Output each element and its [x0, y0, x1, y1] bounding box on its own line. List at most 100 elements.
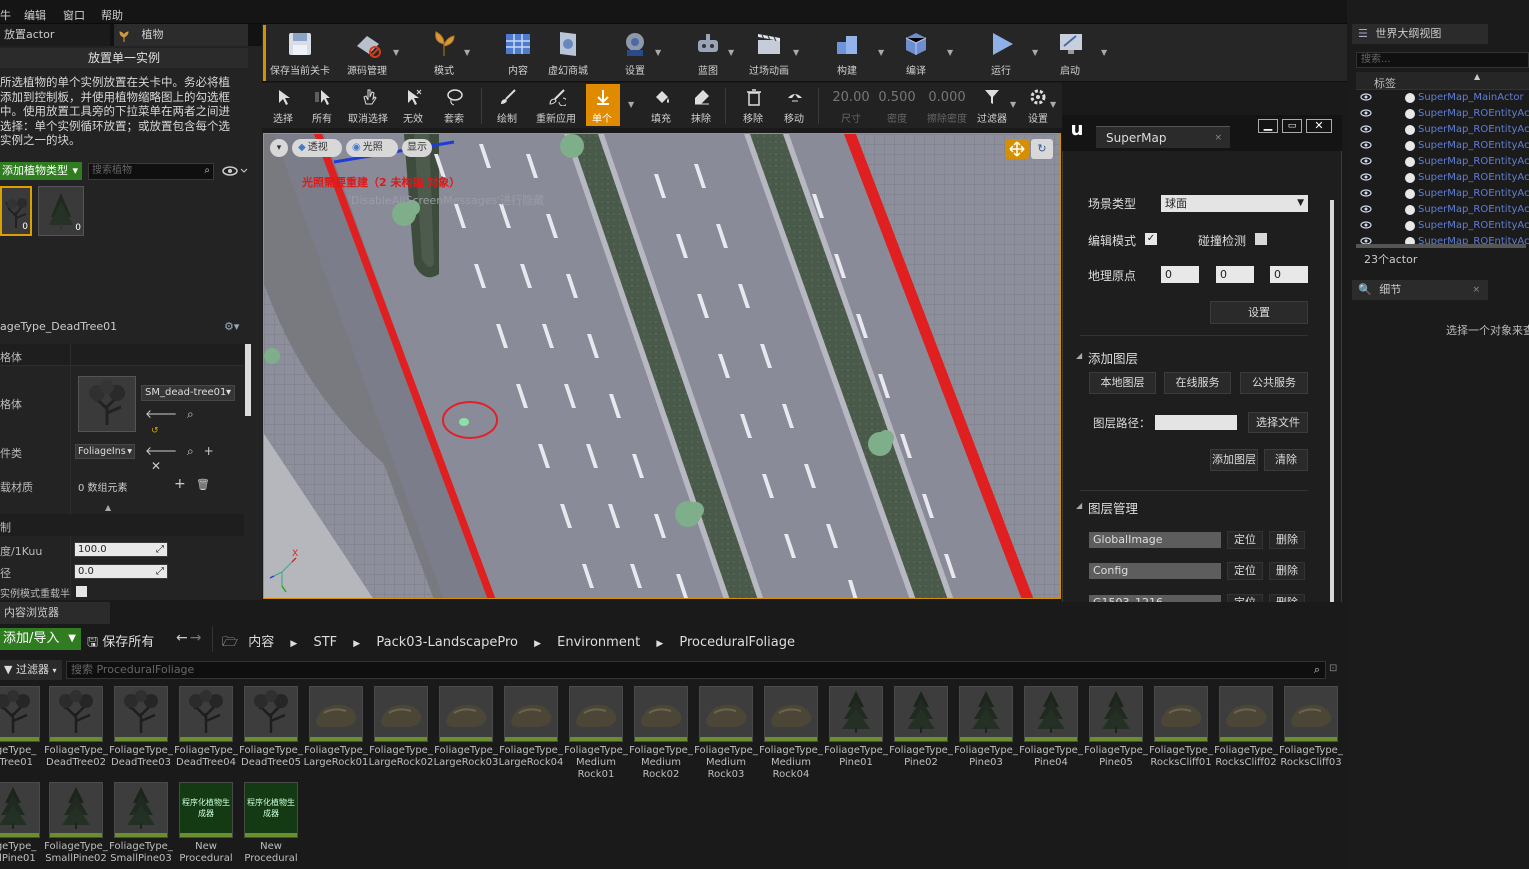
marketplace-button[interactable]: 虚幻商城 [538, 24, 598, 80]
breadcrumb-item[interactable]: Pack03-LandscapePro [376, 635, 518, 650]
tab-place-actor[interactable]: 放置actor [0, 24, 110, 46]
add-foliage-type-button[interactable]: 添加植物类型 ▾ [0, 162, 82, 180]
expand-triangle-icon[interactable]: ◢ [1076, 501, 1082, 510]
left-scrollbar[interactable] [245, 344, 251, 416]
close-window-button[interactable]: ✕ [1306, 119, 1332, 133]
mesh-select[interactable]: SM_dead-tree01 ▾ [141, 385, 235, 401]
close-icon[interactable]: × [1214, 127, 1222, 149]
chevron-down-icon[interactable]: ▼ [947, 48, 953, 57]
asset-thumbnail[interactable] [374, 686, 428, 742]
eye-icon[interactable] [1360, 189, 1372, 197]
outliner-hscroll[interactable] [1356, 244, 1526, 248]
outliner-row[interactable]: SuperMap_ROEntityAct [1360, 154, 1529, 170]
asset-thumbnail[interactable] [309, 686, 363, 742]
search-foliage-input[interactable]: 搜索植物 ⌕ [88, 163, 214, 180]
eye-icon[interactable] [1360, 205, 1372, 213]
show-button[interactable]: 显示 [402, 139, 432, 157]
delete-layer-button[interactable]: 删除 [1269, 531, 1305, 549]
locate-layer-button[interactable]: 定位 [1227, 562, 1263, 580]
asset-thumbnail[interactable] [1154, 686, 1208, 742]
asset-thumbnail[interactable] [1284, 686, 1338, 742]
close-icon[interactable]: ✕ [151, 459, 161, 473]
locate-layer-button[interactable]: 定位 [1227, 531, 1263, 549]
filter-settings-icon[interactable]: ⊡ [1329, 663, 1337, 674]
asset-thumbnail[interactable] [0, 686, 40, 742]
level-viewport[interactable]: X ▾ ◆ 透视 ◉ 光照 显示 光照需要重建（2 未构建 对象） 'Disable… [263, 133, 1061, 599]
section-mesh[interactable]: 格体 [0, 344, 244, 366]
layer-name-field[interactable]: Config [1089, 563, 1221, 579]
online-service-button[interactable]: 在线服务 [1164, 372, 1231, 394]
add-icon[interactable]: + [204, 444, 214, 458]
breadcrumb-item[interactable]: Environment [557, 635, 640, 650]
origin-z-input[interactable]: 0 [1270, 266, 1308, 283]
outliner-row[interactable]: SuperMap_ROEntityAct [1360, 106, 1529, 122]
chevron-down-icon[interactable]: ▼ [878, 48, 884, 57]
foliage-thumb-pine[interactable]: 0 [38, 186, 84, 236]
asset-thumbnail[interactable]: 程序化植物生成器 [179, 782, 233, 838]
asset-thumbnail[interactable] [0, 782, 40, 838]
asset-thumbnail[interactable] [699, 686, 753, 742]
content-search-input[interactable]: 搜索 ProceduralFoliage ⌕ [66, 661, 1326, 679]
asset-thumbnail[interactable] [634, 686, 688, 742]
mode-single-button[interactable]: 单个 [582, 86, 622, 126]
save-current-level-button[interactable]: 保存当前关卡 [270, 24, 330, 80]
outliner-row[interactable]: SuperMap_ROEntityAct [1360, 202, 1529, 218]
eye-icon[interactable] [1360, 157, 1372, 165]
menu-edit[interactable]: 编辑 [24, 7, 46, 23]
lit-button[interactable]: ◉ 光照 [346, 139, 398, 157]
foliage-thumb-deadtree[interactable]: 0 [0, 186, 32, 236]
asset-thumbnail[interactable] [49, 782, 103, 838]
chevron-down-icon[interactable]: ▼ [628, 100, 634, 109]
breadcrumb-item[interactable]: ProceduralFoliage [679, 635, 795, 650]
outliner-row[interactable]: SuperMap_ROEntityAct [1360, 218, 1529, 234]
asset-thumbnail[interactable] [764, 686, 818, 742]
choose-file-button[interactable]: 选择文件 [1248, 412, 1308, 433]
eye-visibility-icon[interactable] [222, 164, 248, 178]
outliner-row[interactable]: SuperMap_ROEntityAct [1360, 170, 1529, 186]
asset-thumbnail[interactable] [829, 686, 883, 742]
brush-size-value[interactable]: 20.00 [828, 90, 874, 105]
chevron-down-icon[interactable]: ▼ [793, 48, 799, 57]
filter-dropdown[interactable]: ▼ 过滤器 ▾ [0, 660, 62, 680]
search-icon[interactable]: ⌕ [187, 444, 194, 458]
forward-arrow-icon[interactable]: → [190, 630, 202, 646]
class-select[interactable]: FoliageIns ▾ [75, 444, 135, 459]
outliner-row[interactable]: SuperMap_MainActor [1360, 90, 1529, 106]
public-service-button[interactable]: 公共服务 [1240, 372, 1308, 394]
supermap-scrollbar[interactable] [1330, 200, 1334, 648]
asset-thumbnail[interactable] [1089, 686, 1143, 742]
add-layer-button[interactable]: 添加图层 [1210, 449, 1258, 471]
outliner-row[interactable]: SuperMap_ROEntityAct [1360, 186, 1529, 202]
asset-thumbnail[interactable] [959, 686, 1013, 742]
section-paint[interactable]: 制 [0, 514, 244, 536]
outliner-row[interactable]: SuperMap_ROEntityAct [1360, 122, 1529, 138]
outliner-search-input[interactable]: 搜索... [1356, 52, 1529, 68]
compile-button[interactable]: 编译 [886, 24, 946, 80]
radius-input[interactable]: 0.0 ⤢ [74, 564, 168, 579]
asset-thumbnail[interactable] [114, 782, 168, 838]
minimize-button[interactable]: ▁ [1258, 119, 1278, 133]
expand-triangle-icon[interactable]: ◢ [1076, 351, 1082, 360]
mode-all-button[interactable]: 所有 [302, 86, 342, 126]
local-layer-button[interactable]: 本地图层 [1089, 372, 1156, 394]
search-icon[interactable]: ⌕ [187, 407, 194, 421]
layer-name-field[interactable]: GlobalImage [1089, 532, 1221, 548]
asset-thumbnail[interactable] [569, 686, 623, 742]
tab-foliage[interactable]: 植物 [114, 24, 248, 46]
mode-paint-button[interactable]: 绘制 [487, 86, 527, 126]
eye-icon[interactable] [1360, 221, 1372, 229]
asset-thumbnail[interactable] [1024, 686, 1078, 742]
asset-thumbnail[interactable] [504, 686, 558, 742]
asset-thumbnail[interactable] [439, 686, 493, 742]
asset-thumbnail[interactable] [49, 686, 103, 742]
breadcrumb-item[interactable]: STF [313, 635, 337, 650]
mode-erase-button[interactable]: 抹除 [681, 86, 721, 126]
chevron-down-icon[interactable]: ▼ [655, 48, 661, 57]
mode-move-button[interactable]: 移动 [774, 86, 814, 126]
close-icon[interactable]: × [1472, 280, 1480, 300]
layer-path-input[interactable] [1155, 415, 1237, 430]
menu-help[interactable]: 帮助 [101, 7, 123, 23]
launch-button[interactable]: 启动 [1040, 24, 1100, 80]
collapse-arrow-icon[interactable]: ▲ [105, 503, 111, 512]
eye-icon[interactable] [1360, 125, 1372, 133]
